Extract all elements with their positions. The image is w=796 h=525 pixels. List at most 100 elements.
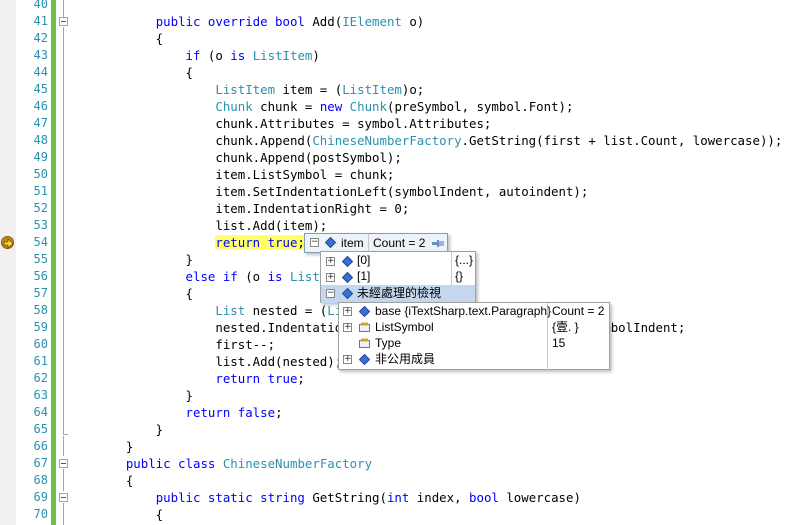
keyword-token: int: [386, 490, 410, 505]
line-number: 51: [33, 184, 48, 198]
raw-value: Count = 2: [552, 304, 605, 318]
code-line[interactable]: return true;: [96, 370, 305, 387]
outline-line: [63, 436, 64, 456]
expand-icon[interactable]: +: [326, 257, 335, 266]
code-line[interactable]: }: [96, 387, 193, 404]
field-icon: [342, 256, 353, 267]
field-icon: [342, 272, 353, 283]
code-line[interactable]: chunk.Attributes = symbol.Attributes;: [96, 115, 491, 132]
line-number: 45: [33, 82, 48, 96]
code-line[interactable]: {: [96, 64, 193, 81]
property-icon: [359, 338, 370, 348]
code-line[interactable]: chunk.Append(ChineseNumberFactory.GetStr…: [96, 132, 782, 149]
type-token: List: [289, 269, 320, 284]
datatip-children[interactable]: + [0] {...} + [1] {} − 未經處理的檢視: [320, 251, 476, 304]
field-icon: [359, 354, 370, 365]
line-number: 54: [33, 235, 48, 249]
datatip-raw-view[interactable]: + base {iTextSharp.text.Paragraph} Count…: [338, 302, 610, 371]
type-token: Chunk: [215, 99, 253, 114]
code-line[interactable]: chunk.Append(postSymbol);: [96, 149, 402, 166]
line-number: 70: [33, 507, 48, 521]
keyword-token: new: [319, 99, 343, 114]
line-number: 67: [33, 456, 48, 470]
outline-line: [63, 469, 64, 491]
code-line[interactable]: public override bool Add(IElement o): [96, 13, 425, 30]
code-line[interactable]: Chunk chunk = new Chunk(preSymbol, symbo…: [96, 98, 573, 115]
type-token: ListItem: [215, 82, 276, 97]
field-icon: [325, 237, 336, 248]
keyword-token: return true: [215, 371, 298, 386]
code-line[interactable]: first--;: [96, 336, 275, 353]
outline-end: [63, 434, 68, 435]
raw-value: {壹. }: [552, 320, 579, 334]
glyph-margin[interactable]: [0, 0, 16, 525]
expand-icon[interactable]: +: [326, 273, 335, 282]
raw-value: 15: [552, 336, 566, 350]
line-number: 52: [33, 201, 48, 215]
expand-icon[interactable]: +: [343, 355, 352, 364]
child-value: {}: [455, 269, 464, 283]
line-number-gutter: 40 41 42 43 44 45 46 47 48 49 50 51 52 53 54 55 56 57 58 59…: [16, 0, 48, 525]
code-line[interactable]: ListItem item = (ListItem)o;: [96, 81, 424, 98]
keyword-token: is: [230, 48, 246, 63]
code-line[interactable]: }: [96, 251, 193, 268]
code-line[interactable]: }: [96, 421, 163, 438]
code-line[interactable]: {: [96, 472, 133, 489]
type-token: ListItem: [252, 48, 313, 63]
outline-line: [63, 27, 64, 434]
outline-line: [63, 503, 64, 525]
line-number: 63: [33, 388, 48, 402]
field-icon: [342, 288, 353, 299]
expand-icon[interactable]: +: [343, 307, 352, 316]
code-line[interactable]: {: [96, 30, 163, 47]
code-line[interactable]: return true;: [96, 234, 305, 251]
pin-icon[interactable]: [432, 239, 444, 248]
line-number: 66: [33, 439, 48, 453]
code-line[interactable]: {: [96, 506, 163, 523]
current-statement-arrow-icon: [1, 236, 14, 249]
line-number: 40: [33, 0, 48, 11]
line-number: 42: [33, 31, 48, 45]
code-line[interactable]: item.ListSymbol = chunk;: [96, 166, 394, 183]
line-number: 61: [33, 354, 48, 368]
datatip-child-2[interactable]: − 未經處理的檢視: [321, 285, 475, 303]
code-line[interactable]: return false;: [96, 404, 283, 421]
raw-name: ListSymbol: [375, 320, 434, 334]
line-number: 60: [33, 337, 48, 351]
line-number: 68: [33, 473, 48, 487]
code-line[interactable]: List nested = (List)o;: [96, 302, 379, 319]
collapse-region-icon[interactable]: [59, 459, 68, 468]
field-icon: [359, 306, 370, 317]
code-line[interactable]: }: [96, 438, 133, 455]
keyword-token: bool: [469, 490, 499, 505]
keyword-token: public override bool: [155, 14, 305, 29]
collapse-region-icon[interactable]: [59, 17, 68, 26]
line-number: 64: [33, 405, 48, 419]
code-line[interactable]: public class ChineseNumberFactory: [96, 455, 372, 472]
collapse-region-icon[interactable]: [59, 493, 68, 502]
line-number: 55: [33, 252, 48, 266]
collapse-icon[interactable]: −: [326, 289, 335, 298]
code-line[interactable]: item.SetIndentationLeft(symbolIndent, au…: [96, 183, 588, 200]
keyword-token: else if: [185, 269, 238, 284]
keyword-token: return false: [185, 405, 276, 420]
code-line[interactable]: list.Add(nested);: [96, 353, 342, 370]
datatip-root[interactable]: − item Count = 2: [304, 233, 448, 253]
line-number: 50: [33, 167, 48, 181]
expand-icon[interactable]: +: [343, 323, 352, 332]
type-token: ListItem: [342, 82, 402, 97]
collapse-icon[interactable]: −: [310, 238, 319, 247]
keyword-token: return true: [215, 235, 298, 250]
code-line[interactable]: {: [96, 285, 193, 302]
line-number: 65: [33, 422, 48, 436]
line-number: 69: [33, 490, 48, 504]
raw-name: base {iTextSharp.text.Paragraph}: [375, 304, 552, 318]
type-token: IElement: [342, 14, 402, 29]
code-line[interactable]: item.IndentationRight = 0;: [96, 200, 409, 217]
line-number: 58: [33, 303, 48, 317]
code-line[interactable]: else if (o is List): [96, 268, 328, 285]
code-line[interactable]: public static string GetString(int index…: [96, 489, 581, 506]
code-line[interactable]: list.Add(item);: [96, 217, 327, 234]
code-line[interactable]: if (o is ListItem): [96, 47, 320, 64]
line-number: 41: [33, 14, 48, 28]
